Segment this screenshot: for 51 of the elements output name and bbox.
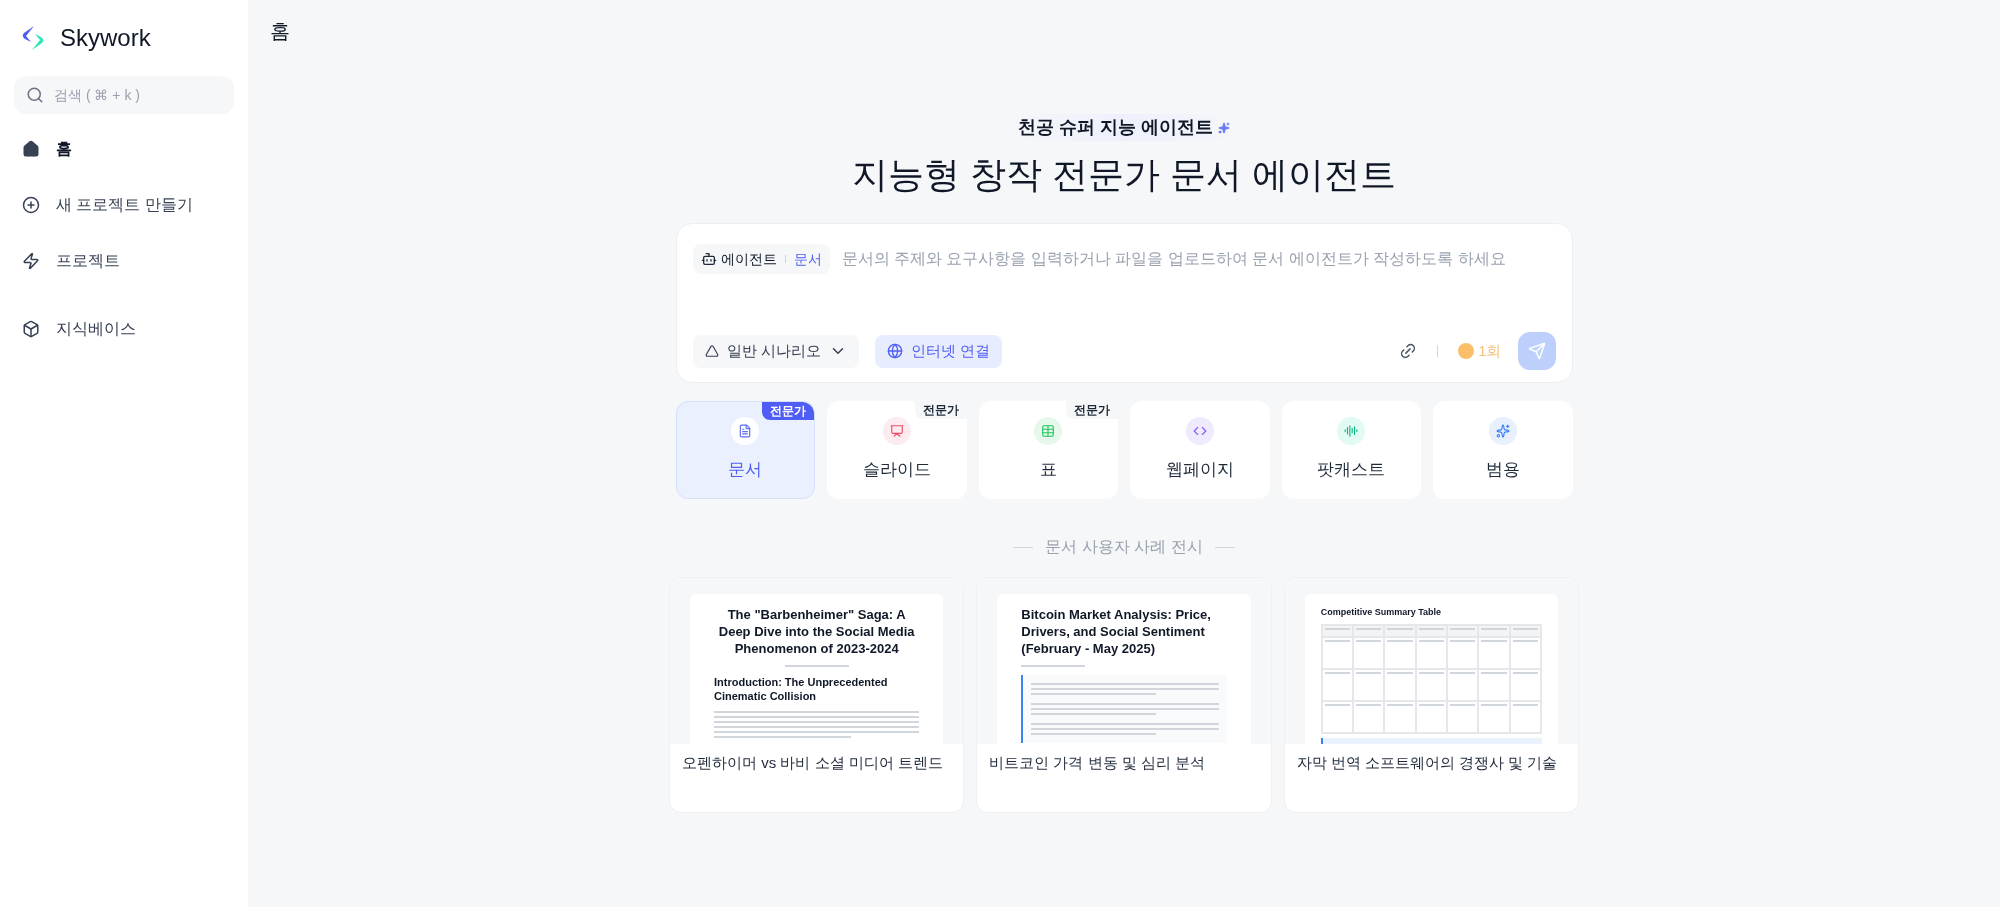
sparkle-icon xyxy=(1217,121,1230,134)
logo-text: Skywork xyxy=(60,23,151,53)
card-caption: 오펜하이머 vs 바비 소셜 미디어 트렌드 xyxy=(681,753,944,773)
mode-tile[interactable]: 팟캐스트 xyxy=(1281,401,1421,499)
nav-item[interactable]: 프로젝트 xyxy=(14,242,234,280)
sparkles-icon xyxy=(1488,417,1517,446)
showcase-card[interactable]: Bitcoin Market Analysis: Price, Drivers, and Social Sentiment (February - May 2025) 비트코인 가격 변동 및 심리 분석 xyxy=(976,577,1272,813)
page-title: 홈 xyxy=(270,20,290,42)
mode-tile[interactable]: 범용 xyxy=(1433,401,1573,499)
doc-icon xyxy=(731,417,760,446)
lightning-icon xyxy=(22,252,40,270)
table-icon xyxy=(1034,417,1063,446)
section-title: 문서 사용자 사례 전시 xyxy=(1045,537,1203,557)
search-icon xyxy=(26,86,44,104)
credit-count: 1회 xyxy=(1478,340,1502,361)
mode-tile[interactable]: 전문가 슬라이드 xyxy=(827,401,967,499)
presentation-icon xyxy=(882,417,911,446)
nav-item[interactable]: 지식베이스 xyxy=(14,310,234,348)
document-subheading: Introduction: The Unprecedented Cinematic Collision xyxy=(714,675,889,703)
showcase-card[interactable]: The "Barbenheimer" Saga: A Deep Dive into the Social Media Phenomenon of 2023-2024 Introduction: The Unprecedented Cinematic Collision 오펜하이머 vs 바비 소셜 미디어 트렌드 xyxy=(669,577,965,813)
showcase-card[interactable]: Competitive Summary Table 자막 번역 소프트웨어의 경쟁사 및 기술 xyxy=(1283,577,1579,813)
expert-badge: 전문가 xyxy=(1066,401,1118,419)
expert-badge: 전문가 xyxy=(762,402,814,420)
triangle-icon xyxy=(704,344,719,358)
document-heading: The "Barbenheimer" Saga: A Deep Dive into the Social Media Phenomenon of 2023-2024 xyxy=(717,606,916,657)
table-title: Competitive Summary Table xyxy=(1320,606,1443,619)
expert-badge: 전문가 xyxy=(914,401,967,419)
search-field[interactable]: 검색 ( ⌘ + k ) xyxy=(14,76,234,114)
robot-icon xyxy=(700,251,717,267)
mode-tile[interactable]: 전문가 문서 xyxy=(675,401,815,499)
agent-chip[interactable]: 에이전트 문서 xyxy=(692,244,830,274)
prompt-field[interactable]: 문서의 주제와 요구사항을 입력하거나 파일을 업로드하여 문서 에이전트가 작성하도록 하세요 xyxy=(841,247,1556,271)
scenario-dropdown[interactable]: 일반 시나리오 xyxy=(692,334,859,368)
send-icon xyxy=(1527,342,1546,360)
eyebrow-text: 천공 슈퍼 지능 에이전트 xyxy=(1018,116,1214,139)
mode-tile[interactable]: 전문가 표 xyxy=(978,401,1118,499)
audio-wave-icon xyxy=(1337,417,1366,446)
internet-toggle[interactable]: 인터넷 연결 xyxy=(874,334,1002,368)
mode-tile[interactable]: 웹페이지 xyxy=(1130,401,1270,499)
card-caption: 비트코인 가격 변동 및 심리 분석 xyxy=(988,753,1207,773)
card-caption: 자막 번역 소프트웨어의 경쟁사 및 기술 xyxy=(1295,753,1559,773)
plus-circle-icon xyxy=(22,196,40,214)
coin-icon xyxy=(1458,343,1475,359)
nav-item[interactable]: 새 프로젝트 만들기 xyxy=(14,186,234,224)
code-icon xyxy=(1185,417,1214,446)
hero-title: 지능형 창작 전문가 문서 에이전트 xyxy=(852,153,1396,197)
cube-icon xyxy=(22,320,40,338)
home-icon xyxy=(22,140,40,158)
globe-icon xyxy=(886,343,903,359)
document-heading: Bitcoin Market Analysis: Price, Drivers, and Social Sentiment (February - May 2025) xyxy=(1021,606,1212,657)
nav-item[interactable]: 홈 xyxy=(14,130,234,168)
